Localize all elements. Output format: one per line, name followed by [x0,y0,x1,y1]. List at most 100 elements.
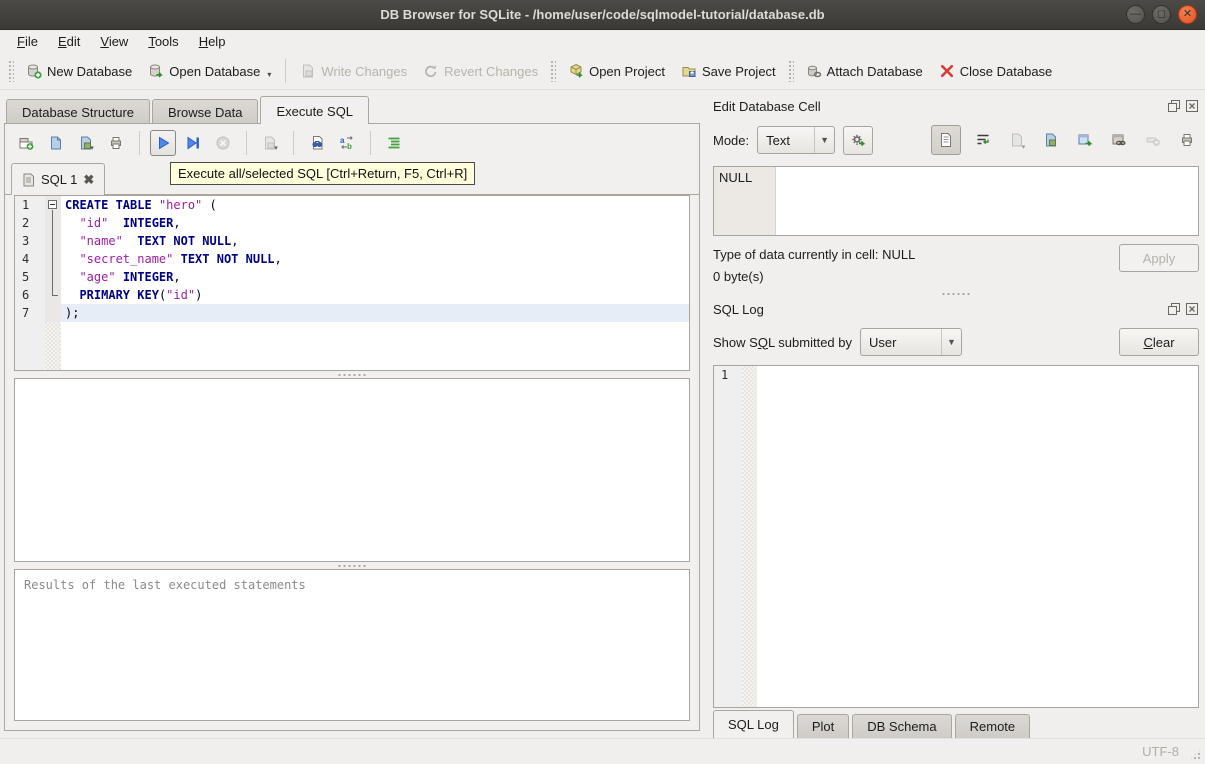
window-controls: — ◻ ✕ [1126,5,1197,24]
bottom-tabs: SQL Log Plot DB Schema Remote [713,708,1199,738]
stop-icon[interactable] [210,130,236,156]
tab-database-structure[interactable]: Database Structure [6,99,151,124]
code-line[interactable]: 3 "name" TEXT NOT NULL, [15,232,689,250]
tab-remote[interactable]: Remote [954,714,1031,738]
cell-type-row: Type of data currently in cell: NULL 0 b… [713,244,1199,290]
sql-log-editor[interactable]: 1 [713,365,1199,708]
float-panel-icon[interactable] [1167,99,1181,113]
export-icon[interactable] [1073,128,1097,152]
code-line[interactable]: 7); [15,304,689,322]
tab-db-schema[interactable]: DB Schema [852,714,952,738]
format-sql-icon[interactable] [381,130,407,156]
print-cell-icon[interactable] [1175,128,1199,152]
submitted-by-value: User [869,334,897,350]
code-line[interactable]: 6 PRIMARY KEY("id") [15,286,689,304]
find-icon[interactable] [304,130,330,156]
write-changes-label: Write Changes [321,63,408,79]
cell-value-area[interactable] [776,167,1198,235]
menu-edit[interactable]: Edit [49,32,89,51]
execute-line-icon[interactable] [180,130,206,156]
maximize-icon[interactable]: ◻ [1152,5,1171,24]
minimize-icon[interactable]: — [1126,5,1145,24]
tab-execute-sql[interactable]: Execute SQL [260,96,370,124]
code-line[interactable]: 1 CREATE TABLE "hero" ( [15,196,689,214]
cell-size-info: 0 byte(s) [713,269,764,284]
resize-grip-icon[interactable] [1189,748,1202,761]
execute-all-icon[interactable] [150,130,176,156]
find-replace-icon[interactable]: ab [334,130,360,156]
attach-database-label: Attach Database [826,63,923,79]
new-tab-icon[interactable] [13,130,39,156]
sql-document-icon [22,173,35,187]
tab-plot[interactable]: Plot [796,714,850,738]
close-panel-icon[interactable] [1185,302,1199,316]
save-as-icon[interactable] [1039,128,1063,152]
open-file-icon[interactable]: ▾ [1005,128,1029,152]
results-message[interactable]: Results of the last executed statements [14,569,690,721]
sql-toolbar-separator [370,131,371,155]
new-database-icon [26,63,42,79]
close-tab-icon[interactable]: ✖ [83,172,94,188]
write-changes-button[interactable]: Write Changes [292,58,415,84]
word-wrap-icon[interactable] [971,128,995,152]
open-project-button[interactable]: Open Project [560,58,673,84]
log-gutter: 1 [714,366,742,707]
encoding-indicator: UTF-8 [1142,744,1179,759]
clear-button[interactable]: Clear [1119,328,1199,356]
save-project-button[interactable]: Save Project [673,58,784,84]
close-database-button[interactable]: Close Database [931,58,1061,84]
results-message-splitter[interactable] [5,562,699,569]
save-results-icon[interactable]: ▾ [257,130,283,156]
link-icon[interactable] [1107,128,1131,152]
menubar: File Edit View Tools Help [0,30,1205,53]
save-sql-file-icon[interactable]: ▾ [73,130,99,156]
editor-results-splitter[interactable] [5,371,699,378]
cell-value-editor[interactable]: NULL [713,166,1199,236]
results-grid[interactable] [14,378,690,562]
revert-changes-label: Revert Changes [444,63,539,79]
dock-splitter[interactable] [713,290,1199,297]
open-database-button[interactable]: Open Database ▾ [140,58,279,84]
print-icon[interactable] [103,130,129,156]
cell-null-label: NULL [714,167,776,235]
close-icon[interactable]: ✕ [1178,5,1197,24]
submitted-by-select[interactable]: User ▼ [860,328,962,356]
sql-doc-tab-label: SQL 1 [41,172,78,187]
apply-button[interactable]: Apply [1119,244,1199,272]
sql-editor[interactable]: 1 CREATE TABLE "hero" (2 "id" INTEGER, 3 "… [14,195,690,371]
cell-icon-bar: ▾ [931,125,1199,155]
menu-file[interactable]: File [8,32,47,51]
close-panel-icon[interactable] [1185,99,1199,113]
open-database-dropdown-icon[interactable]: ▾ [267,70,271,79]
attach-database-button[interactable]: Attach Database [798,58,931,84]
window-title: DB Browser for SQLite - /home/user/code/… [380,7,825,22]
toolbar-separator [285,59,287,83]
toolbar-drag-handle[interactable] [550,60,557,82]
menu-view[interactable]: View [91,32,137,51]
menu-tools[interactable]: Tools [139,32,187,51]
code-line[interactable]: 5 "age" INTEGER, [15,268,689,286]
revert-changes-button[interactable]: Revert Changes [415,58,546,84]
set-null-icon[interactable] [1141,128,1165,152]
float-panel-icon[interactable] [1167,302,1181,316]
sql-doc-tab[interactable]: SQL 1 ✖ [11,163,106,195]
toolbar-drag-handle[interactable] [8,60,14,82]
splitter-dots [337,563,367,568]
text-mode-icon[interactable] [931,125,961,155]
save-sql-dropdown-icon[interactable]: ▾ [90,144,94,152]
tab-browse-data[interactable]: Browse Data [152,99,259,124]
mode-value: Text [766,132,790,148]
code-line[interactable]: 4 "secret_name" TEXT NOT NULL, [15,250,689,268]
mode-select[interactable]: Text ▼ [757,126,836,154]
execute-sql-panel: ▾ ▾ ab SQL 1 ✖ 1 CREATE TABLE "hero" (2… [4,123,700,731]
new-database-button[interactable]: New Database [18,58,140,84]
new-database-label: New Database [47,63,133,79]
toolbar-drag-handle[interactable] [787,60,794,82]
menu-help[interactable]: Help [190,32,235,51]
code-line[interactable]: 2 "id" INTEGER, [15,214,689,232]
fold-marker-icon[interactable] [48,200,57,209]
open-sql-file-icon[interactable] [43,130,69,156]
close-database-icon [939,63,955,79]
apply-gear-icon[interactable] [843,125,874,155]
tab-sql-log[interactable]: SQL Log [713,710,794,738]
